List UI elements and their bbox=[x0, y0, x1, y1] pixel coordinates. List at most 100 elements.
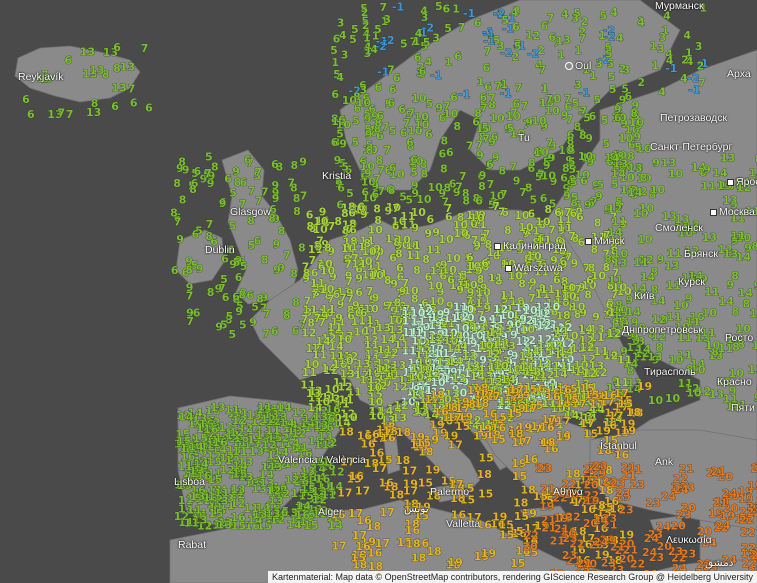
temperature-reading: 1 bbox=[364, 45, 372, 58]
temperature-reading: 8 bbox=[485, 238, 493, 251]
temperature-reading: 17 bbox=[380, 506, 395, 519]
city-label-krasnodar[interactable]: Красно bbox=[717, 376, 752, 388]
temperature-reading: 16 bbox=[212, 436, 228, 449]
temperature-reading: 6 bbox=[389, 161, 397, 174]
city-label-oulu[interactable]: Oul bbox=[565, 60, 591, 72]
temperature-reading: 22 bbox=[740, 526, 755, 539]
temperature-reading: 11 bbox=[492, 338, 507, 351]
temperature-reading: 10 bbox=[356, 97, 372, 110]
city-label-rabat[interactable]: Rabat bbox=[178, 539, 206, 551]
temperature-reading: 12 bbox=[579, 341, 594, 354]
temperature-reading: 23 bbox=[646, 497, 661, 510]
city-label-pyatigorsk[interactable]: Пяти bbox=[731, 402, 755, 414]
temperature-reading: 13 bbox=[436, 356, 451, 369]
temperature-reading: 6 bbox=[483, 61, 491, 74]
city-label-murmansk[interactable]: Мурманск bbox=[655, 0, 704, 12]
temperature-reading: 3 bbox=[383, 13, 391, 26]
temperature-reading: 10 bbox=[518, 221, 534, 234]
temperature-reading: 6 bbox=[130, 97, 138, 110]
city-label-yaroslavl[interactable]: Яросл bbox=[727, 176, 757, 188]
temperature-reading: 10 bbox=[637, 233, 653, 246]
temperature-reading: 1 bbox=[500, 78, 508, 91]
city-label-moscow[interactable]: Москва bbox=[710, 206, 755, 218]
temperature-reading: 6 bbox=[398, 103, 406, 116]
temperature-reading: 5 bbox=[593, 93, 601, 106]
city-label-kristiansand[interactable]: Kristia bbox=[322, 170, 351, 182]
temperature-reading: 9 bbox=[385, 205, 393, 218]
city-label-rostov[interactable]: Росто bbox=[725, 332, 753, 344]
temperature-reading: 20 bbox=[681, 502, 697, 515]
temperature-reading: 11 bbox=[329, 349, 344, 362]
temperature-reading: 15 bbox=[478, 487, 493, 500]
city-label-valletta[interactable]: Valletta bbox=[446, 518, 480, 530]
temperature-reading: 6 bbox=[387, 96, 395, 109]
city-label-nicosia[interactable]: Λευκωσία bbox=[666, 534, 712, 546]
city-label-minsk[interactable]: Минск bbox=[585, 235, 624, 247]
city-label-warszawa[interactable]: Warszawa bbox=[505, 262, 563, 274]
temperature-reading: 15 bbox=[479, 452, 494, 465]
temperature-reading: 15 bbox=[564, 393, 579, 406]
temperature-reading: 6 bbox=[111, 100, 119, 113]
temperature-reading: -1 bbox=[502, 23, 514, 36]
city-label-palermo[interactable]: Palermo bbox=[430, 486, 469, 498]
temperature-reading: 6 bbox=[27, 108, 35, 121]
temperature-reading: 9 bbox=[229, 258, 237, 271]
temperature-reading: 20 bbox=[751, 549, 757, 562]
map-attribution: Kartenmaterial: Map data © OpenStreetMap… bbox=[268, 571, 757, 583]
temperature-reading: 7 bbox=[311, 288, 319, 301]
city-label-istanbul[interactable]: İstanbul bbox=[600, 440, 637, 452]
temperature-reading: 5 bbox=[597, 179, 605, 192]
temperature-reading: 10 bbox=[446, 252, 462, 265]
temperature-reading: 12 bbox=[613, 310, 628, 323]
temperature-reading: 12 bbox=[229, 426, 244, 439]
temperature-reading: 3 bbox=[563, 33, 571, 46]
temperature-reading: 22 bbox=[524, 529, 539, 542]
city-label-reykjavik[interactable]: Reykjavík bbox=[18, 71, 64, 83]
city-label-st-petersburg[interactable]: Санкт-Петербург bbox=[650, 141, 732, 153]
temperature-reading: 18 bbox=[411, 552, 426, 565]
temperature-reading: -2 bbox=[382, 34, 394, 47]
city-label-tunis[interactable]: تونس bbox=[404, 503, 429, 515]
temperature-reading: 10 bbox=[416, 193, 432, 206]
city-label-damascus[interactable]: دمشق bbox=[705, 557, 733, 569]
temperature-reading: 23 bbox=[562, 549, 577, 562]
temperature-reading: 7 bbox=[287, 176, 295, 189]
temperature-reading: 8 bbox=[544, 203, 552, 216]
temperature-reading: 13 bbox=[217, 518, 232, 531]
city-label-alger[interactable]: Alger bbox=[318, 506, 343, 518]
city-label-petrozavodsk[interactable]: Петрозаводск bbox=[660, 112, 727, 124]
city-label-ankara[interactable]: Ank bbox=[655, 456, 673, 468]
temperature-reading: 14 bbox=[193, 458, 209, 471]
temperature-reading: 7 bbox=[128, 82, 136, 95]
city-label-kaliningrad[interactable]: Калининград bbox=[494, 240, 566, 252]
city-label-kyiv[interactable]: Київ bbox=[634, 290, 654, 302]
temperature-reading: 6 bbox=[447, 274, 455, 287]
temperature-reading: 7 bbox=[498, 206, 506, 219]
temperature-reading: 7 bbox=[564, 206, 572, 219]
city-label-bryansk[interactable]: Брянск bbox=[684, 248, 718, 260]
temperature-reading: 16 bbox=[380, 431, 396, 444]
temperature-reading: 5 bbox=[423, 36, 431, 49]
city-label-arkhangelsk[interactable]: Арха bbox=[727, 68, 751, 80]
temperature-reading: 3 bbox=[657, 42, 665, 55]
city-label-kursk[interactable]: Курск bbox=[678, 276, 705, 288]
temperature-reading: 8 bbox=[444, 181, 452, 194]
temperature-reading: 8 bbox=[374, 214, 382, 227]
city-label-tiraspol[interactable]: Тирасполь bbox=[644, 366, 696, 378]
temperature-reading: 1 bbox=[556, 35, 564, 48]
city-label-glasgow[interactable]: Glasgow bbox=[230, 206, 271, 218]
city-label-smolensk[interactable]: Смоленск bbox=[655, 222, 703, 234]
temperature-reading: 11 bbox=[554, 325, 569, 338]
city-label-dnipropetrovsk[interactable]: Дніпропетровськ bbox=[622, 324, 703, 336]
city-label-valencia[interactable]: Valencia / València bbox=[278, 454, 366, 466]
temperature-reading: 17 bbox=[337, 487, 352, 500]
temperature-reading: 20 bbox=[523, 541, 539, 554]
temperature-reading: 8 bbox=[189, 183, 197, 196]
city-label-dublin[interactable]: Dublin bbox=[205, 244, 235, 256]
temperature-reading: 11 bbox=[312, 348, 327, 361]
city-label-tampere[interactable]: Tu bbox=[518, 132, 530, 144]
temperature-reading: 6 bbox=[232, 291, 240, 304]
temperature-reading: 11 bbox=[617, 353, 632, 366]
city-label-athina[interactable]: Αθήνα bbox=[553, 486, 583, 498]
city-label-lisboa[interactable]: Lisboa bbox=[174, 476, 205, 488]
